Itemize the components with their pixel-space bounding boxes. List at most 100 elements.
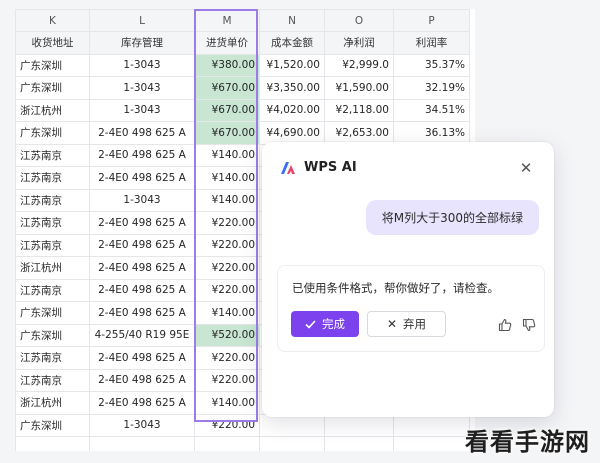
cell-l[interactable]: 2-4E0 498 625 A: [89, 233, 195, 257]
cell-n[interactable]: ¥3,350.00: [259, 76, 325, 100]
cell-l[interactable]: 1-3043: [89, 188, 195, 212]
cell-k[interactable]: 江苏南京: [15, 211, 90, 235]
done-button[interactable]: 完成: [291, 311, 359, 337]
cell-m[interactable]: ¥140.00: [194, 188, 260, 212]
cell-k[interactable]: 江苏南京: [15, 346, 90, 370]
cell-l[interactable]: 2-4E0 498 625 A: [89, 121, 195, 145]
cell-k[interactable]: 江苏南京: [15, 188, 90, 212]
cell-k[interactable]: 浙江杭州: [15, 256, 90, 280]
empty-row: [15, 436, 470, 451]
empty-cell[interactable]: [15, 436, 90, 451]
cell-l[interactable]: 1-3043: [89, 53, 195, 77]
cell-l[interactable]: 2-4E0 498 625 A: [89, 278, 195, 302]
cell-m[interactable]: ¥220.00: [194, 346, 260, 370]
cell-k[interactable]: 广东深圳: [15, 121, 90, 145]
cell-m[interactable]: ¥380.00: [194, 53, 260, 77]
header-cell[interactable]: 进货单价: [194, 31, 260, 55]
cell-m[interactable]: ¥670.00: [194, 76, 260, 100]
empty-cell[interactable]: [324, 436, 394, 451]
column-letter-row: KLMNOP: [15, 9, 470, 32]
table-row: 广东深圳 1-3043 ¥380.00 ¥1,520.00 ¥2,999.0 35.37%: [15, 53, 470, 77]
empty-cell[interactable]: [89, 436, 195, 451]
cell-m[interactable]: ¥220.00: [194, 368, 260, 392]
cell-m[interactable]: ¥220.00: [194, 256, 260, 280]
cell-l[interactable]: 2-4E0 498 625 A: [89, 391, 195, 415]
cell-k[interactable]: 广东深圳: [15, 413, 90, 437]
cell-l[interactable]: 2-4E0 498 625 A: [89, 166, 195, 190]
header-cell[interactable]: 库存管理: [89, 31, 195, 55]
cell-m[interactable]: ¥220.00: [194, 278, 260, 302]
cell-l[interactable]: 1-3043: [89, 76, 195, 100]
cell-m[interactable]: ¥670.00: [194, 121, 260, 145]
panel-title: WPS AI: [304, 160, 357, 175]
cell-n[interactable]: ¥4,690.00: [259, 121, 325, 145]
cell-m[interactable]: ¥520.00: [194, 323, 260, 347]
thumbs-down-icon[interactable]: [522, 318, 536, 332]
cell-n[interactable]: ¥4,020.00: [259, 98, 325, 122]
cell-m[interactable]: ¥220.00: [194, 211, 260, 235]
wps-ai-panel: WPS AI ✕ 将M列大于300的全部标绿 已使用条件格式，帮你做好了，请检查…: [262, 142, 554, 417]
column-letter-cell[interactable]: K: [15, 9, 90, 32]
column-letter-cell[interactable]: P: [393, 9, 470, 32]
cell-o[interactable]: ¥2,999.0: [324, 53, 394, 77]
cell-l[interactable]: 2-4E0 498 625 A: [89, 301, 195, 325]
cell-m[interactable]: ¥220.00: [194, 233, 260, 257]
header-cell[interactable]: 利润率: [393, 31, 470, 55]
cell-k[interactable]: 浙江杭州: [15, 98, 90, 122]
cell-l[interactable]: 1-3043: [89, 413, 195, 437]
cell-o[interactable]: ¥1,590.00: [324, 76, 394, 100]
cell-m[interactable]: ¥220.00: [194, 413, 260, 437]
table-row: 广东深圳 2-4E0 498 625 A ¥670.00 ¥4,690.00 ¥2,65…: [15, 121, 470, 145]
cell-k[interactable]: 江苏南京: [15, 143, 90, 167]
cell-l[interactable]: 2-4E0 498 625 A: [89, 256, 195, 280]
thumbs-up-icon[interactable]: [498, 318, 512, 332]
cell-k[interactable]: 广东深圳: [15, 323, 90, 347]
done-button-label: 完成: [322, 317, 345, 331]
cell-k[interactable]: 江苏南京: [15, 166, 90, 190]
cell-l[interactable]: 2-4E0 498 625 A: [89, 346, 195, 370]
empty-cell[interactable]: [194, 436, 260, 451]
wps-ai-logo-icon: [281, 161, 295, 174]
column-letter-cell[interactable]: M: [194, 9, 260, 32]
cell-o[interactable]: ¥2,653.00: [324, 121, 394, 145]
discard-button-label: 弃用: [403, 317, 427, 331]
table-row: 广东深圳 1-3043 ¥670.00 ¥3,350.00 ¥1,590.00 32.19…: [15, 76, 470, 100]
cell-m[interactable]: ¥140.00: [194, 166, 260, 190]
column-letter-cell[interactable]: N: [259, 9, 325, 32]
cell-p[interactable]: 36.13%: [393, 121, 470, 145]
cell-l[interactable]: 1-3043: [89, 98, 195, 122]
column-letter-cell[interactable]: O: [324, 9, 394, 32]
cell-m[interactable]: ¥670.00: [194, 98, 260, 122]
cell-p[interactable]: [393, 413, 470, 437]
cell-k[interactable]: 江苏南京: [15, 278, 90, 302]
header-cell[interactable]: 成本金额: [259, 31, 325, 55]
cell-m[interactable]: ¥140.00: [194, 391, 260, 415]
cell-p[interactable]: 32.19%: [393, 76, 470, 100]
header-cell[interactable]: 收货地址: [15, 31, 90, 55]
cell-m[interactable]: ¥140.00: [194, 143, 260, 167]
empty-cell[interactable]: [259, 436, 325, 451]
cell-o[interactable]: [324, 413, 394, 437]
cell-k[interactable]: 广东深圳: [15, 301, 90, 325]
cell-p[interactable]: 34.51%: [393, 98, 470, 122]
cell-k[interactable]: 广东深圳: [15, 53, 90, 77]
cell-k[interactable]: 江苏南京: [15, 368, 90, 392]
header-cell[interactable]: 净利润: [324, 31, 394, 55]
cell-k[interactable]: 江苏南京: [15, 233, 90, 257]
cell-k[interactable]: 浙江杭州: [15, 391, 90, 415]
cell-m[interactable]: ¥140.00: [194, 301, 260, 325]
column-letter-cell[interactable]: L: [89, 9, 195, 32]
discard-button[interactable]: ✕ 弃用: [367, 311, 446, 337]
cell-l[interactable]: 2-4E0 498 625 A: [89, 211, 195, 235]
cell-n[interactable]: ¥1,520.00: [259, 53, 325, 77]
user-message-bubble: 将M列大于300的全部标绿: [365, 200, 539, 235]
cell-l[interactable]: 2-4E0 498 625 A: [89, 143, 195, 167]
cell-n[interactable]: [259, 413, 325, 437]
cell-l[interactable]: 2-4E0 498 625 A: [89, 368, 195, 392]
empty-cell[interactable]: [393, 436, 470, 451]
cell-o[interactable]: ¥2,118.00: [324, 98, 394, 122]
close-icon[interactable]: ✕: [518, 160, 534, 176]
cell-p[interactable]: 35.37%: [393, 53, 470, 77]
cell-k[interactable]: 广东深圳: [15, 76, 90, 100]
cell-l[interactable]: 4-255/40 R19 95E: [89, 323, 195, 347]
